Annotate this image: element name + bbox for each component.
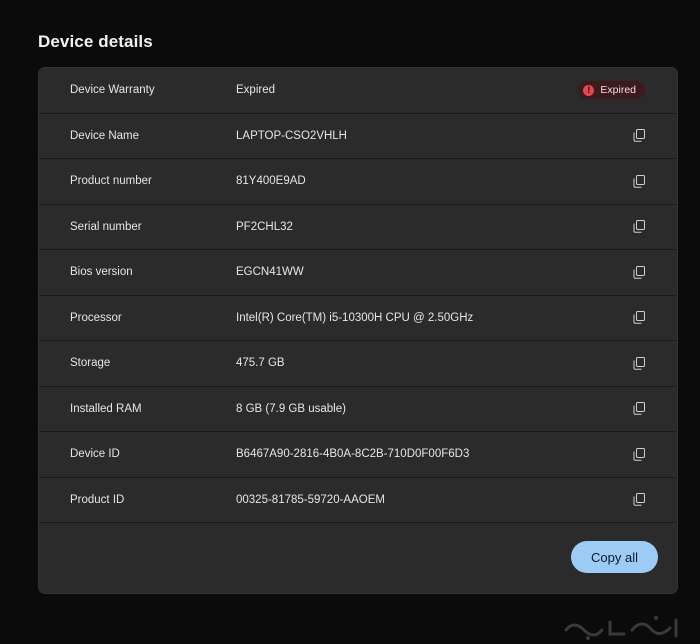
row-device-id: Device ID B6467A90-2816-4B0A-8C2B-710D0F… [39, 432, 677, 478]
error-icon: ! [583, 84, 595, 96]
row-label: Bios version [70, 266, 133, 279]
row-storage: Storage 475.7 GB [39, 341, 677, 387]
copy-icon [633, 129, 645, 143]
copy-all-button[interactable]: Copy all [571, 541, 658, 573]
row-value: 81Y400E9AD [236, 175, 306, 188]
row-product-number: Product number 81Y400E9AD [39, 159, 677, 205]
copy-device-id-button[interactable] [631, 446, 647, 462]
copy-processor-button[interactable] [631, 310, 647, 326]
row-label: Storage [70, 357, 111, 370]
copy-icon [633, 402, 645, 416]
row-label: Device ID [70, 448, 120, 461]
row-bios-version: Bios version EGCN41WW [39, 250, 677, 296]
copy-icon [633, 311, 645, 325]
row-processor: Processor Intel(R) Core(TM) i5-10300H CP… [39, 296, 677, 341]
row-value: 8 GB (7.9 GB usable) [236, 402, 346, 415]
copy-product-id-button[interactable] [631, 492, 647, 508]
copy-product-number-button[interactable] [631, 173, 647, 189]
page-title: Device details [38, 32, 153, 51]
row-device-name: Device Name LAPTOP-CSO2VHLH [39, 114, 677, 159]
copy-icon [633, 493, 645, 507]
device-details-card: Device Warranty Expired ! Expired Device… [38, 67, 678, 594]
row-value: PF2CHL32 [236, 220, 293, 233]
watermark-logo [564, 616, 678, 640]
copy-icon [633, 447, 645, 461]
row-label: Processor [70, 311, 122, 324]
row-label: Serial number [70, 220, 142, 233]
row-value: 00325-81785-59720-AAOEM [236, 493, 385, 506]
copy-storage-button[interactable] [631, 355, 647, 371]
row-product-id: Product ID 00325-81785-59720-AAOEM [39, 478, 677, 523]
copy-icon [633, 220, 645, 234]
row-label: Product number [70, 175, 152, 188]
row-label: Installed RAM [70, 402, 142, 415]
row-value: Expired [236, 84, 275, 97]
copy-device-name-button[interactable] [631, 128, 647, 144]
badge-label: Expired [600, 84, 636, 97]
row-value: Intel(R) Core(TM) i5-10300H CPU @ 2.50GH… [236, 311, 474, 324]
copy-icon [633, 174, 645, 188]
row-serial-number: Serial number PF2CHL32 [39, 205, 677, 250]
warranty-status-badge: ! Expired [578, 81, 645, 100]
row-label: Device Warranty [70, 84, 155, 97]
copy-icon [633, 265, 645, 279]
copy-installed-ram-button[interactable] [631, 401, 647, 417]
copy-icon [633, 356, 645, 370]
row-value: EGCN41WW [236, 266, 304, 279]
row-value: 475.7 GB [236, 357, 285, 370]
row-label: Device Name [70, 129, 140, 142]
row-installed-ram: Installed RAM 8 GB (7.9 GB usable) [39, 387, 677, 432]
row-label: Product ID [70, 493, 125, 506]
copy-serial-number-button[interactable] [631, 219, 647, 235]
row-value: LAPTOP-CSO2VHLH [236, 129, 347, 142]
row-device-warranty: Device Warranty Expired ! Expired [39, 68, 677, 114]
copy-bios-version-button[interactable] [631, 264, 647, 280]
row-value: B6467A90-2816-4B0A-8C2B-710D0F00F6D3 [236, 448, 470, 461]
